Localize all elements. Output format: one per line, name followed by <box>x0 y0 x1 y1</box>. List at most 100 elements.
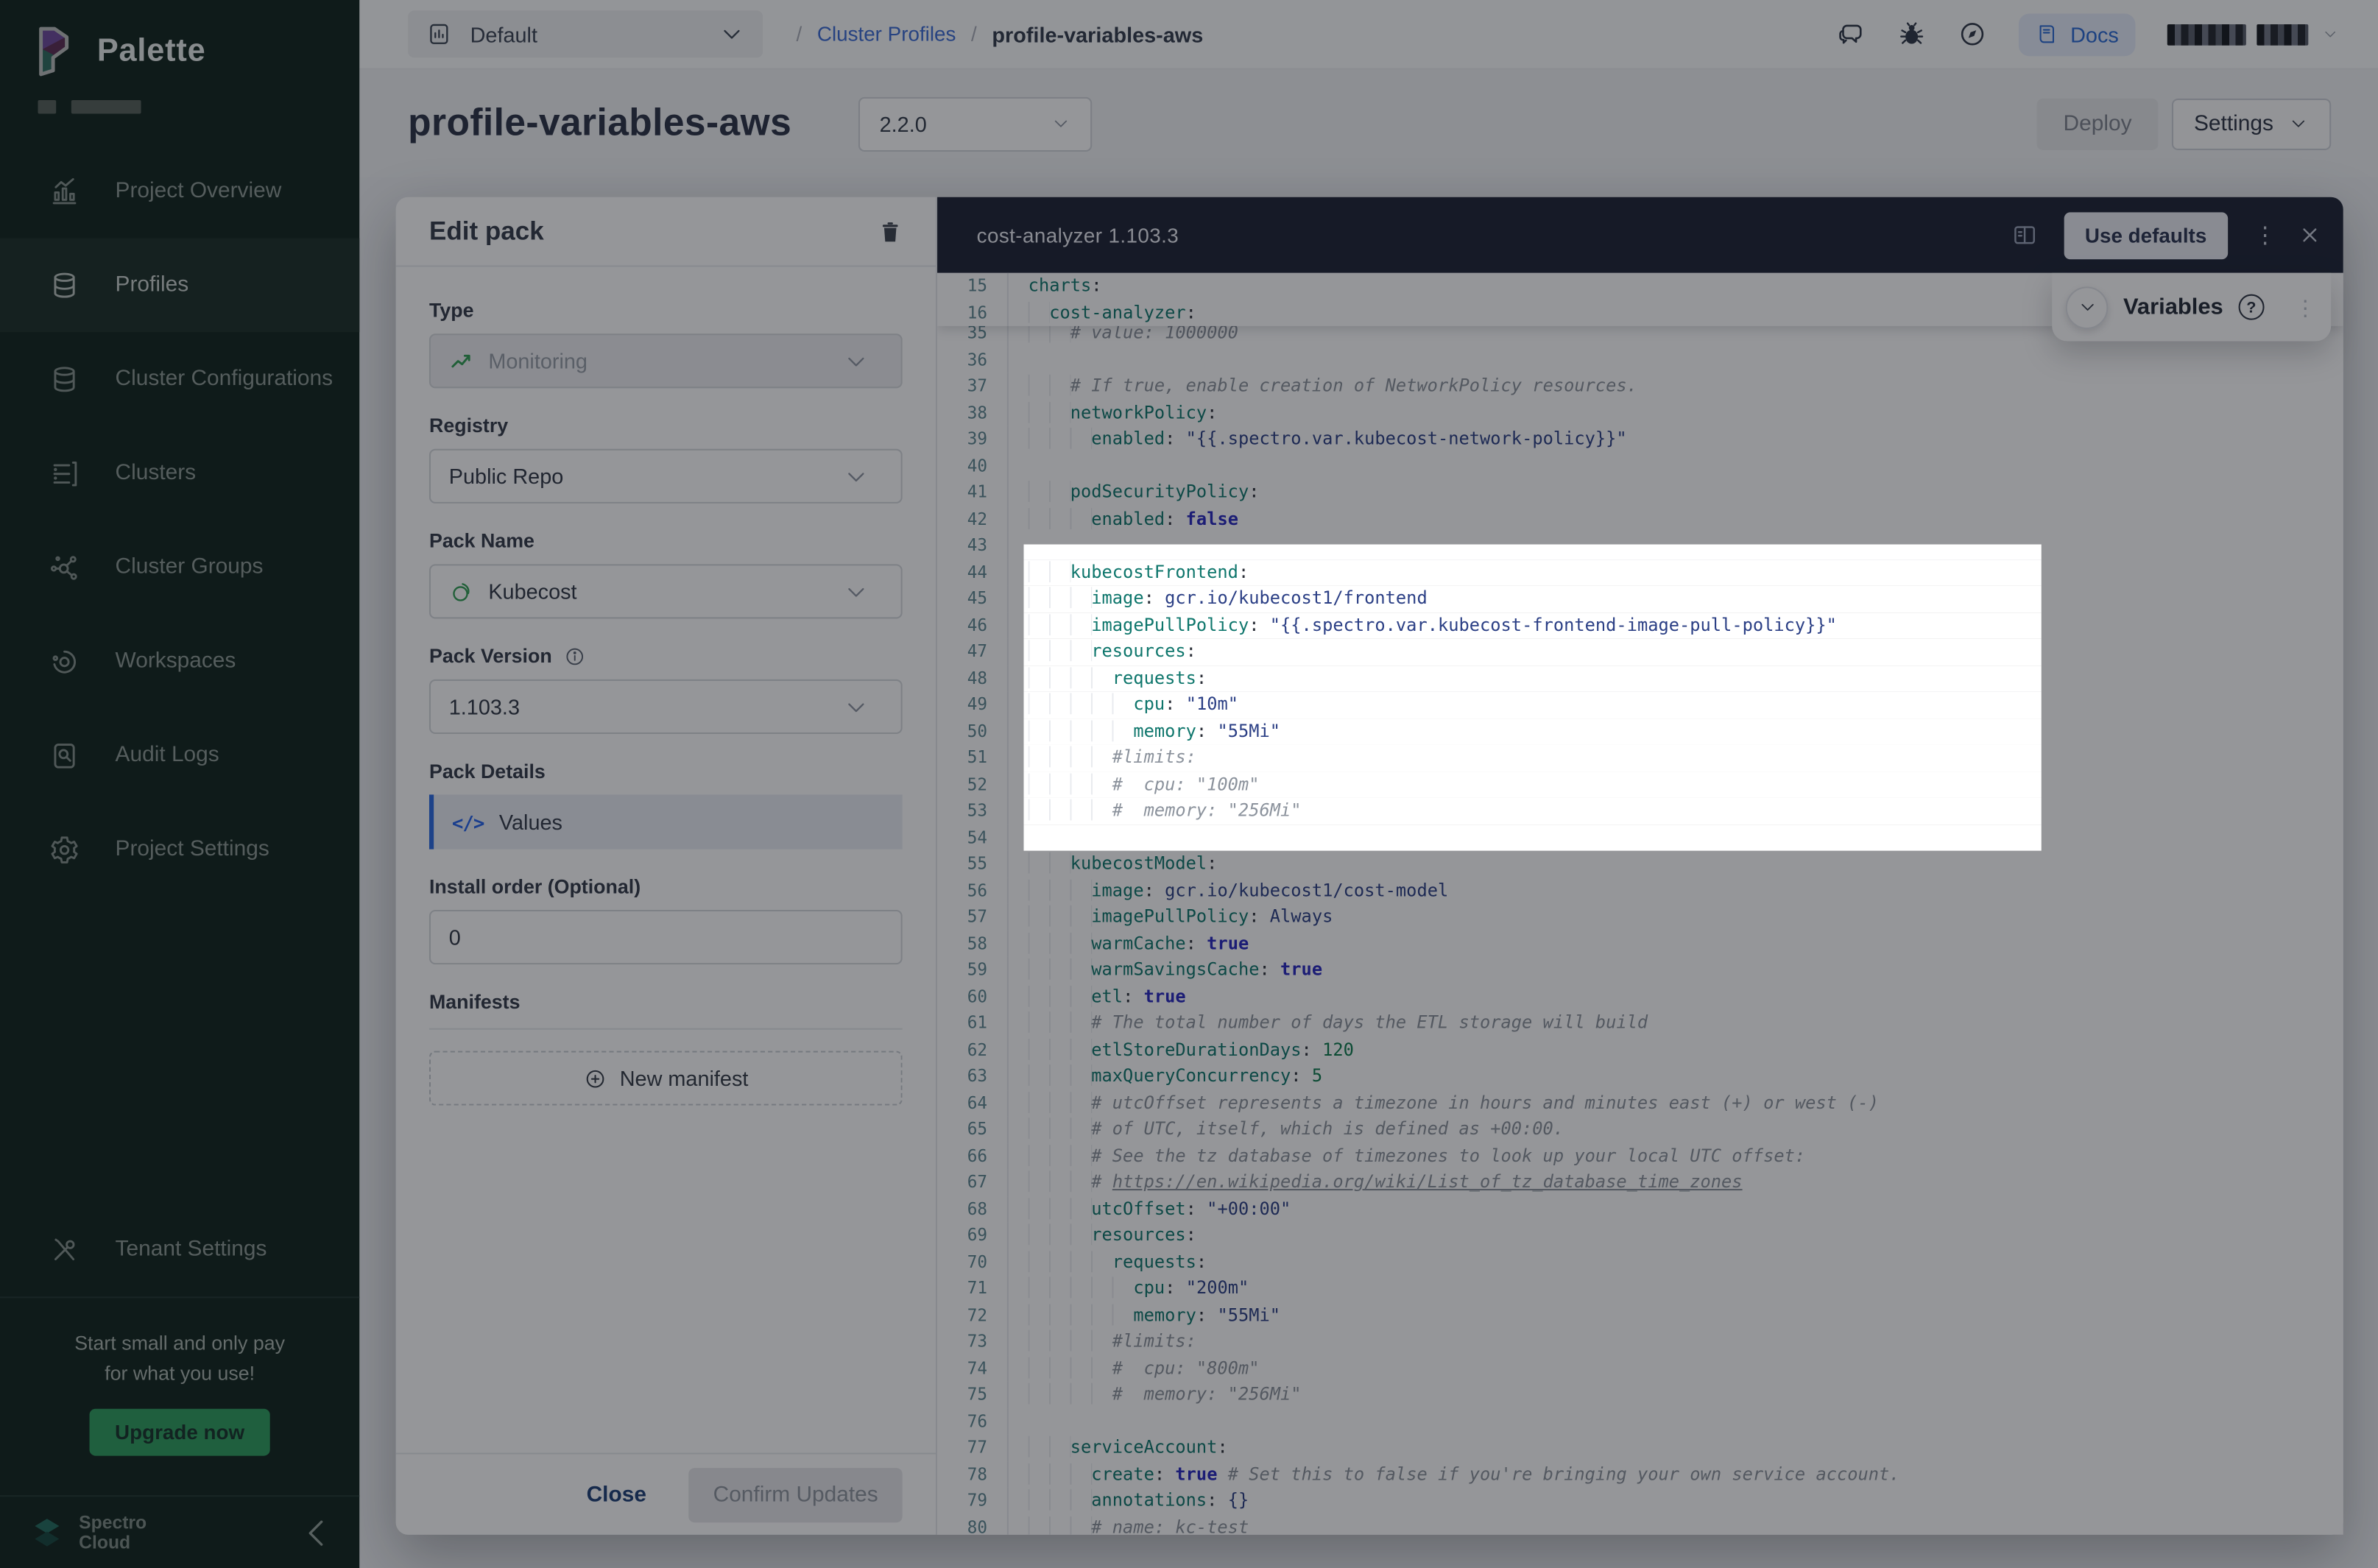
registry-select[interactable]: Public Repo <box>429 449 903 504</box>
code-line: 36 <box>937 347 2343 373</box>
code-line-text[interactable]: # cpu: "800m" <box>1009 1355 2343 1382</box>
sidebar-item-label: Audit Logs <box>116 743 219 767</box>
code-line-text[interactable]: etl: true <box>1009 983 2343 1010</box>
sidebar-item-workspaces[interactable]: Workspaces <box>0 614 359 708</box>
code-line-text[interactable]: # utcOffset represents a timezone in hou… <box>1009 1090 2343 1116</box>
feedback-chat-icon[interactable] <box>1837 20 1866 49</box>
editor-menu-kebab-icon[interactable]: ⋮ <box>2254 224 2276 247</box>
code-line-text[interactable]: cpu: "10m" <box>1024 691 2042 718</box>
breadcrumb-cluster-profiles[interactable]: Cluster Profiles <box>817 23 956 46</box>
new-manifest-button[interactable]: New manifest <box>429 1051 903 1106</box>
redacted-username[interactable] <box>2167 24 2339 45</box>
code-line-text[interactable]: serviceAccount: <box>1009 1435 2343 1461</box>
delete-pack-icon[interactable] <box>878 219 903 244</box>
code-line-text[interactable] <box>1024 824 2042 851</box>
variables-expand-button[interactable] <box>2066 286 2109 328</box>
line-number: 75 <box>937 1382 1009 1408</box>
code-line-text[interactable]: image: gcr.io/kubecost1/frontend <box>1024 585 2042 612</box>
manifests-divider <box>429 1028 903 1030</box>
code-line-text[interactable]: # If true, enable creation of NetworkPol… <box>1009 373 2343 400</box>
code-line-text[interactable] <box>1024 532 2042 559</box>
help-compass-icon[interactable] <box>1958 20 1987 49</box>
code-line-text[interactable]: # cpu: "100m" <box>1024 771 2042 798</box>
close-button[interactable]: Close <box>577 1481 655 1508</box>
code-line-text[interactable]: warmCache: true <box>1009 930 2343 957</box>
code-line-text[interactable]: podSecurityPolicy: <box>1009 479 2343 506</box>
code-line: 47 resources: <box>937 638 2343 665</box>
pack-version-select[interactable]: 1.103.3 <box>429 679 903 734</box>
code-line-text[interactable]: # See the tz database of timezones to lo… <box>1009 1143 2343 1169</box>
code-line-text[interactable]: imagePullPolicy: Always <box>1009 904 2343 930</box>
cloud-text: Cloud <box>79 1533 285 1553</box>
variables-help-icon[interactable]: ? <box>2238 294 2264 320</box>
code-line-text[interactable]: # https://en.wikipedia.org/wiki/List_of_… <box>1009 1169 2343 1196</box>
pack-name-value: Kubecost <box>488 579 843 604</box>
sidebar-collapse-button[interactable] <box>299 1514 335 1550</box>
code-line-text[interactable]: #limits: <box>1009 1329 2343 1355</box>
code-line-text[interactable]: # name: kc-test <box>1009 1514 2343 1535</box>
code-line-text[interactable]: maxQueryConcurrency: 5 <box>1009 1063 2343 1090</box>
code-line-text[interactable]: #limits: <box>1024 744 2042 771</box>
code-line-text[interactable]: etlStoreDurationDays: 120 <box>1009 1036 2343 1063</box>
close-editor-icon[interactable] <box>2299 225 2321 246</box>
sidebar-item-project-settings[interactable]: Project Settings <box>0 802 359 897</box>
code-line-text[interactable]: warmSavingsCache: true <box>1009 957 2343 983</box>
report-bug-icon[interactable] <box>1897 20 1926 49</box>
code-line-text[interactable]: # of UTC, itself, which is defined as +0… <box>1009 1116 2343 1143</box>
line-number: 66 <box>937 1143 1009 1169</box>
code-line-text[interactable] <box>1009 453 2343 479</box>
sidebar-item-clusters[interactable]: Clusters <box>0 426 359 520</box>
code-line-text[interactable]: # memory: "256Mi" <box>1024 798 2042 824</box>
code-line-text[interactable]: enabled: "{{.spectro.var.kubecost-networ… <box>1009 426 2343 453</box>
code-line-text[interactable]: memory: "55Mi" <box>1024 718 2042 744</box>
yaml-code-area[interactable]: 15charts:16 cost-analyzer: 35 # value: 1… <box>937 273 2343 1535</box>
settings-button[interactable]: Settings <box>2171 98 2331 149</box>
code-line-text[interactable]: kubecostModel: <box>1009 851 2343 877</box>
confirm-updates-button[interactable]: Confirm Updates <box>689 1467 903 1522</box>
install-order-input[interactable]: 0 <box>429 910 903 964</box>
deploy-button[interactable]: Deploy <box>2038 98 2158 149</box>
code-line-text[interactable]: memory: "55Mi" <box>1009 1302 2343 1329</box>
info-icon[interactable] <box>564 646 585 667</box>
code-line-text[interactable]: create: true # Set this to false if you'… <box>1009 1461 2343 1488</box>
upgrade-now-button[interactable]: Upgrade now <box>89 1409 270 1456</box>
sidebar-item-cluster-groups[interactable]: Cluster Groups <box>0 520 359 615</box>
code-line-text[interactable]: enabled: false <box>1009 506 2343 532</box>
code-line: 48 requests: <box>937 665 2343 691</box>
line-number: 63 <box>937 1063 1009 1090</box>
code-line-text[interactable]: kubecostFrontend: <box>1024 559 2042 585</box>
code-line: 50 memory: "55Mi" <box>937 718 2343 744</box>
code-line: 65 # of UTC, itself, which is defined as… <box>937 1116 2343 1143</box>
sidebar-item-project-overview[interactable]: Project Overview <box>0 144 359 239</box>
code-line-text[interactable]: # memory: "256Mi" <box>1009 1382 2343 1408</box>
code-line-text[interactable]: imagePullPolicy: "{{.spectro.var.kubecos… <box>1024 612 2042 638</box>
code-line-text[interactable]: image: gcr.io/kubecost1/cost-model <box>1009 877 2343 904</box>
pack-details-values-tab[interactable]: </> Values <box>429 794 903 849</box>
type-select[interactable]: Monitoring <box>429 333 903 388</box>
sidebar-item-profiles[interactable]: Profiles <box>0 238 359 332</box>
project-selector[interactable]: Default <box>408 10 763 57</box>
sidebar-item-tenant-settings[interactable]: Tenant Settings <box>0 1203 359 1297</box>
code-line-text[interactable]: annotations: {} <box>1009 1488 2343 1514</box>
sidebar-item-label: Clusters <box>116 461 197 485</box>
code-line-text[interactable]: resources: <box>1009 1222 2343 1249</box>
code-line-text[interactable] <box>1009 347 2343 373</box>
code-line-text[interactable]: cpu: "200m" <box>1009 1275 2343 1302</box>
profile-version-select[interactable]: 2.2.0 <box>858 96 1092 151</box>
code-line-text[interactable]: resources: <box>1024 638 2042 665</box>
code-line-text[interactable] <box>1009 1408 2343 1435</box>
code-line-text[interactable]: utcOffset: "+00:00" <box>1009 1196 2343 1222</box>
code-line-text[interactable]: requests: <box>1009 1249 2343 1275</box>
code-line-text[interactable]: # The total number of days the ETL stora… <box>1009 1010 2343 1036</box>
use-defaults-button[interactable]: Use defaults <box>2064 211 2228 258</box>
docs-button[interactable]: Docs <box>2019 13 2135 56</box>
pack-name-select[interactable]: Kubecost <box>429 564 903 618</box>
diff-view-icon[interactable] <box>2011 222 2038 249</box>
brand-row[interactable]: Palette <box>0 0 359 79</box>
code-line-text[interactable]: networkPolicy: <box>1009 400 2343 426</box>
sidebar-item-audit-logs[interactable]: Audit Logs <box>0 708 359 802</box>
code-line: 45 image: gcr.io/kubecost1/frontend <box>937 585 2343 612</box>
sidebar-item-cluster-configurations[interactable]: Cluster Configurations <box>0 332 359 426</box>
code-line-text[interactable]: requests: <box>1024 665 2042 691</box>
variables-menu-kebab-icon[interactable]: ⋮ <box>2295 297 2316 318</box>
